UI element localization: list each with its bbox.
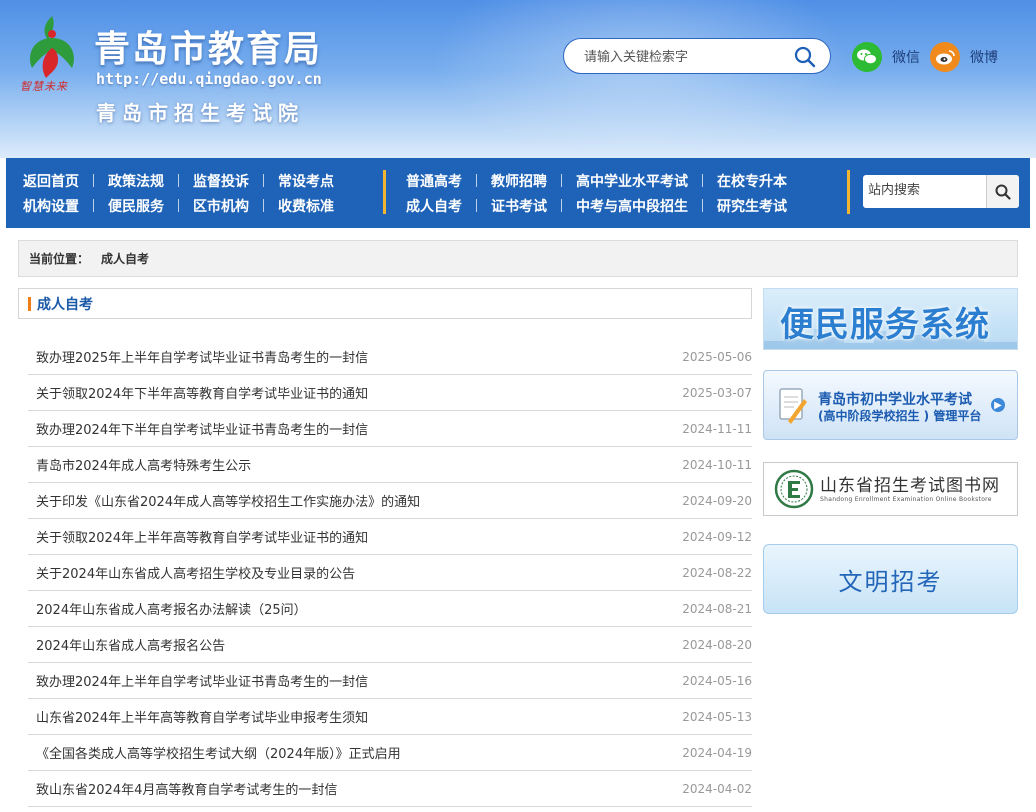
news-item[interactable]: 关于2024年山东省成人高考招生学校及专业目录的公告 2024-08-22 [28,555,752,591]
platform-title: 青岛市初中学业水平考试 [818,392,972,408]
news-date: 2024-08-20 [682,637,752,652]
wechat-label: 微信 [892,50,920,66]
nav-fees[interactable]: 收费标准 [278,196,334,216]
news-date: 2024-05-16 [682,673,752,688]
header-search [563,38,831,74]
arrow-right-icon: ▶ [991,398,1005,412]
nav-upgrade[interactable]: 在校专升本 [717,171,787,191]
news-date: 2024-08-22 [682,565,752,580]
nav-adult-exam[interactable]: 成人自考 [406,196,462,216]
nav-divider [847,170,850,214]
news-title[interactable]: 关于印发《山东省2024年成人高等学校招生工作实施办法》的通知 [28,491,420,510]
site-search [863,175,1019,208]
site-search-button[interactable] [986,175,1019,208]
news-title[interactable]: 《全国各类成人高等学校招生考试大纲（2024年版）》正式启用 [28,743,401,762]
news-item[interactable]: 致山东省2024年4月高等教育自学考试考生的一封信 2024-04-02 [28,771,752,807]
wechat-icon [852,42,882,72]
news-title[interactable]: 2024年山东省成人高考报名公告 [28,635,225,654]
news-item[interactable]: 2024年山东省成人高考报名公告 2024-08-20 [28,627,752,663]
breadcrumb-current[interactable]: 成人自考 [101,250,149,267]
wechat-link[interactable]: 微信 [852,41,920,73]
nav-divider [383,170,386,214]
news-title[interactable]: 关于领取2024年上半年高等教育自学考试毕业证书的通知 [28,527,368,546]
news-date: 2024-04-19 [682,745,752,760]
news-item[interactable]: 《全国各类成人高等学校招生考试大纲（2024年版）》正式启用 2024-04-19 [28,735,752,771]
service-system-banner[interactable]: 便民服务系统 [763,288,1018,350]
nav-services[interactable]: 便民服务 [108,196,164,216]
news-date: 2025-05-06 [682,349,752,364]
news-title[interactable]: 致山东省2024年4月高等教育自学考试考生的一封信 [28,779,337,798]
civilized-exam-title: 文明招考 [838,567,943,596]
nav-graduate[interactable]: 研究生考试 [717,196,787,216]
logo-motto: 智慧未来 [20,80,68,93]
junior-exam-platform-banner[interactable]: 青岛市初中学业水平考试 (高中阶段学校招生 ) 管理平台 ▶ [763,370,1018,440]
section-title: 成人自考 [37,296,93,313]
breadcrumb-label: 当前位置： [29,252,90,266]
nav-organization[interactable]: 机构设置 [23,196,79,216]
news-title[interactable]: 致办理2025年上半年自学考试毕业证书青岛考生的一封信 [28,347,368,366]
news-item[interactable]: 青岛市2024年成人高考特殊考生公示 2024-10-11 [28,447,752,483]
news-item[interactable]: 关于领取2024年下半年高等教育自学考试毕业证书的通知 2025-03-07 [28,375,752,411]
main-nav: 返回首页 政策法规 监督投诉 常设考点 机构设置 便民服务 区市机构 收费标准 … [6,158,1030,228]
nav-high-school-test[interactable]: 高中学业水平考试 [576,171,688,191]
section-marker [28,296,31,311]
news-item[interactable]: 致办理2024年下半年自学考试毕业证书青岛考生的一封信 2024-11-11 [28,411,752,447]
news-item[interactable]: 致办理2024年上半年自学考试毕业证书青岛考生的一封信 2024-05-16 [28,663,752,699]
breadcrumb: 当前位置： 成人自考 [18,240,1018,277]
bookstore-subtitle: Shandong Enrollment Examination Online B… [820,496,992,503]
nav-complaint[interactable]: 监督投诉 [193,171,249,191]
nav-gaokao[interactable]: 普通高考 [406,171,462,191]
nav-teacher-recruit[interactable]: 教师招聘 [491,171,547,191]
news-title[interactable]: 致办理2024年下半年自学考试毕业证书青岛考生的一封信 [28,419,368,438]
news-title[interactable]: 关于领取2024年下半年高等教育自学考试毕业证书的通知 [28,383,368,402]
news-date: 2024-05-13 [682,709,752,724]
news-item[interactable]: 致办理2025年上半年自学考试毕业证书青岛考生的一封信 2025-05-06 [28,339,752,375]
section-header: 成人自考 [18,288,752,319]
news-date: 2024-08-21 [682,601,752,616]
nav-home[interactable]: 返回首页 [23,171,79,191]
bookstore-title: 山东省招生考试图书网 [820,476,1000,496]
header-search-input[interactable] [582,47,786,67]
exam-bookstore-banner[interactable]: 山东省招生考试图书网 Shandong Enrollment Examinati… [763,462,1018,516]
weibo-label: 微博 [970,50,998,66]
news-item[interactable]: 2024年山东省成人高考报名办法解读（25问） 2024-08-21 [28,591,752,627]
weibo-link[interactable]: 微博 [930,41,998,73]
news-item[interactable]: 关于领取2024年上半年高等教育自学考试毕业证书的通知 2024-09-12 [28,519,752,555]
news-title[interactable]: 致办理2024年上半年自学考试毕业证书青岛考生的一封信 [28,671,368,690]
nav-exam-sites[interactable]: 常设考点 [278,171,334,191]
news-date: 2024-04-02 [682,781,752,796]
search-icon[interactable] [794,46,816,68]
document-pen-icon [779,388,807,424]
news-title[interactable]: 关于2024年山东省成人高考招生学校及专业目录的公告 [28,563,355,582]
news-date: 2024-09-12 [682,529,752,544]
news-title[interactable]: 2024年山东省成人高考报名办法解读（25问） [28,599,307,618]
news-date: 2025-03-07 [682,385,752,400]
civilized-exam-banner[interactable]: 文明招考 [763,544,1018,614]
news-item[interactable]: 山东省2024年上半年高等教育自学考试毕业申报考生须知 2024-05-13 [28,699,752,735]
nav-district[interactable]: 区市机构 [193,196,249,216]
nav-certificate[interactable]: 证书考试 [491,196,547,216]
nav-group-exams: 普通高考 教师招聘 高中学业水平考试 在校专升本 成人自考 证书考试 中考与高中… [406,168,787,218]
nav-zhongkao[interactable]: 中考与高中段招生 [576,196,688,216]
service-system-title: 便民服务系统 [780,305,990,345]
news-date: 2024-10-11 [682,457,752,472]
nav-policy[interactable]: 政策法规 [108,171,164,191]
news-list: 致办理2025年上半年自学考试毕业证书青岛考生的一封信 2025-05-06 关于领… [28,339,752,807]
site-header: 智慧未来 青岛市教育局 http://edu.qingdao.gov.cn 青岛… [0,0,1036,158]
site-title[interactable]: 青岛市教育局 [94,20,322,72]
bookstore-seal-icon [774,469,814,509]
news-title[interactable]: 青岛市2024年成人高考特殊考生公示 [28,455,251,474]
news-item[interactable]: 关于印发《山东省2024年成人高等学校招生工作实施办法》的通知 2024-09-2… [28,483,752,519]
news-date: 2024-09-20 [682,493,752,508]
news-title[interactable]: 山东省2024年上半年高等教育自学考试毕业申报考生须知 [28,707,368,726]
site-subtitle: 青岛市招生考试院 [96,101,304,125]
search-icon [995,184,1011,200]
site-url: http://edu.qingdao.gov.cn [96,70,322,88]
nav-group-general: 返回首页 政策法规 监督投诉 常设考点 机构设置 便民服务 区市机构 收费标准 [23,168,334,218]
news-date: 2024-11-11 [682,421,752,436]
site-search-input[interactable] [866,182,985,199]
weibo-icon [930,42,960,72]
platform-subtitle: (高中阶段学校招生 ) 管理平台 [818,409,982,423]
